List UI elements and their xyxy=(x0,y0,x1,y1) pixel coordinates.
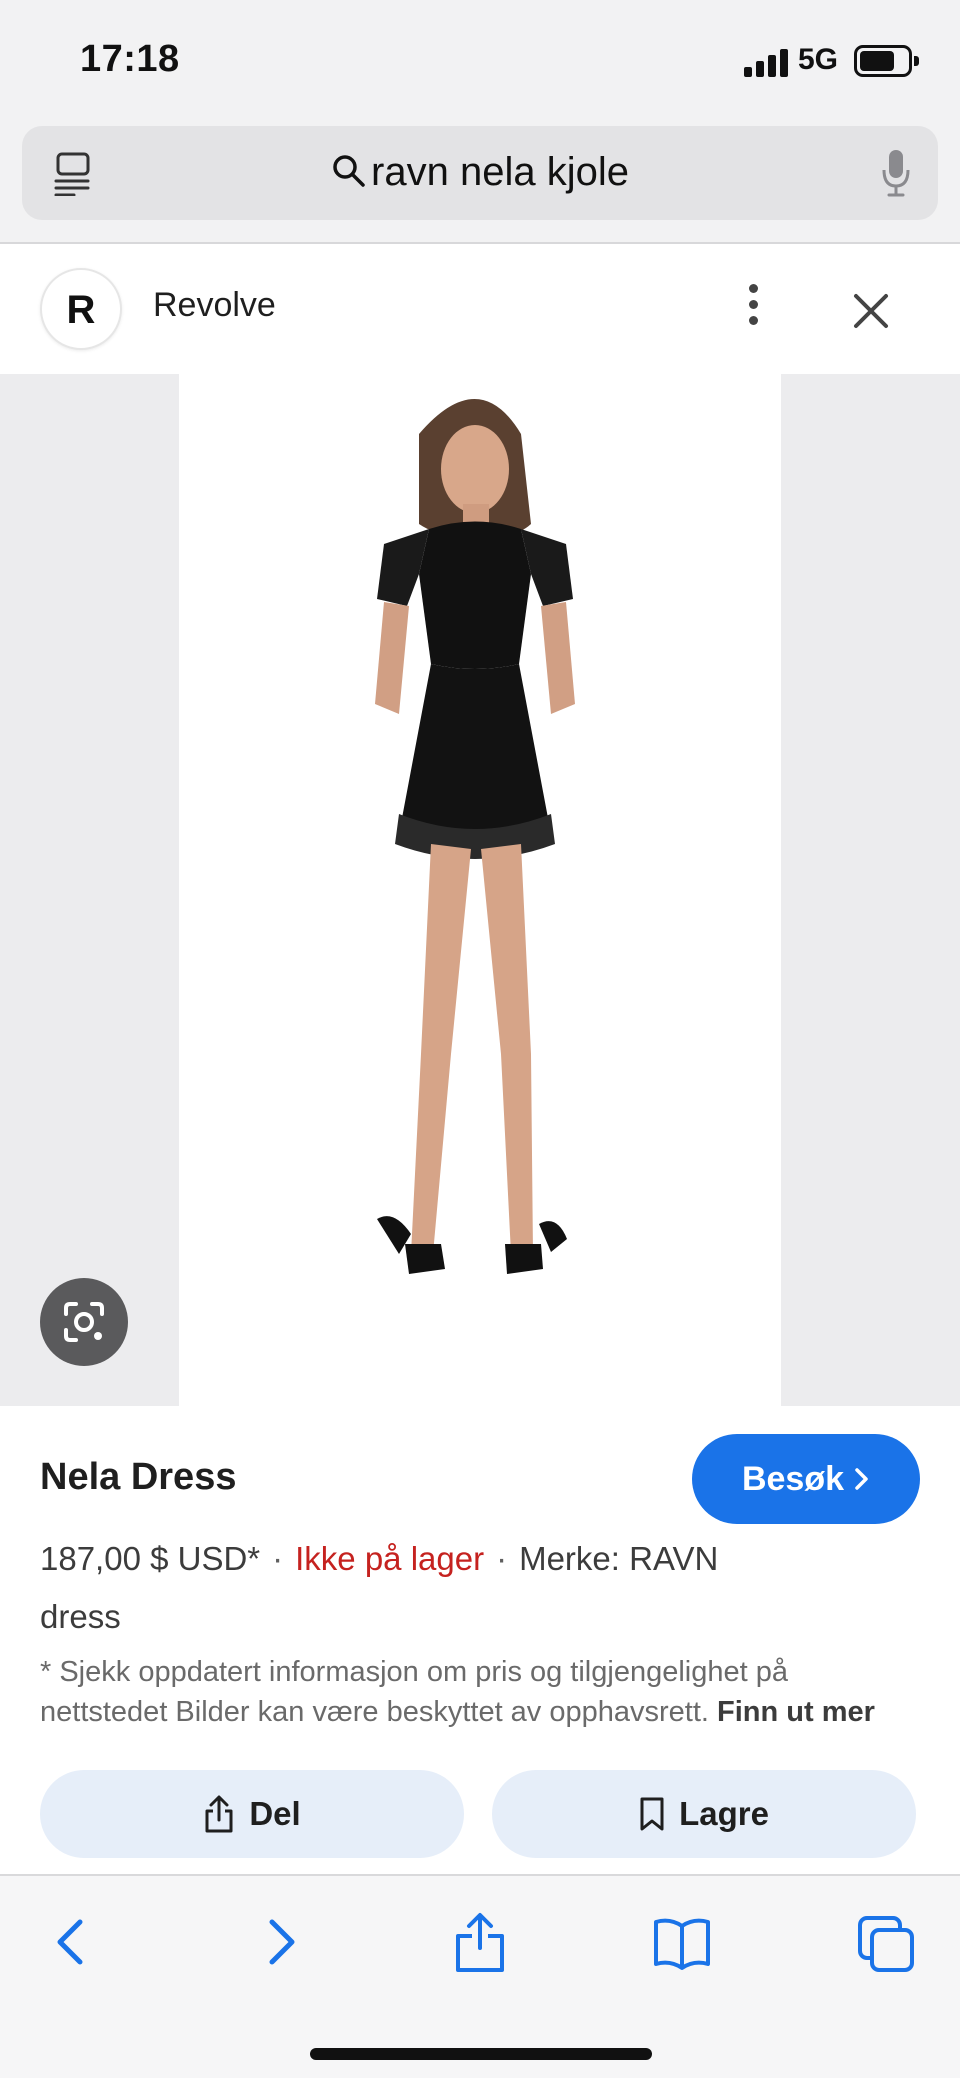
product-brand: Merke: RAVN xyxy=(519,1540,719,1577)
tabs-icon[interactable] xyxy=(856,1910,916,1974)
microphone-icon[interactable] xyxy=(880,148,912,198)
home-indicator xyxy=(310,2048,652,2060)
stock-status: Ikke på lager xyxy=(295,1540,485,1577)
bookmarks-icon[interactable] xyxy=(652,1910,712,1974)
visit-button-label: Besøk xyxy=(741,1459,845,1498)
close-icon[interactable] xyxy=(846,286,896,336)
search-query: ravn nela kjole xyxy=(371,150,629,194)
product-image[interactable] xyxy=(179,374,781,1406)
product-info-panel: Nela Dress Besøk 187,00 $ USD* · Ikke på l… xyxy=(0,1406,960,1874)
camera-lens-icon xyxy=(64,1302,104,1342)
share-icon[interactable] xyxy=(450,1910,510,1974)
more-options-icon[interactable] xyxy=(738,284,768,332)
battery-icon xyxy=(854,45,919,77)
signal-icon xyxy=(744,47,788,77)
image-viewer xyxy=(0,374,960,1406)
separator: · xyxy=(496,1540,508,1577)
disclaimer-text: * Sjekk oppdatert informasjon om pris og… xyxy=(40,1656,788,1728)
product-price: 187,00 $ USD* xyxy=(40,1540,261,1577)
disclaimer: * Sjekk oppdatert informasjon om pris og… xyxy=(40,1652,920,1732)
product-title: Nela Dress xyxy=(40,1456,237,1498)
browser-toolbar xyxy=(0,1874,960,2078)
back-icon[interactable] xyxy=(42,1910,102,1974)
status-bar: 17:18 5G xyxy=(0,0,960,120)
visual-search-button[interactable] xyxy=(40,1278,128,1366)
search-icon xyxy=(333,155,365,187)
network-type: 5G xyxy=(798,43,839,76)
share-label: Del xyxy=(249,1795,301,1832)
clock: 17:18 xyxy=(80,38,180,80)
share-button[interactable]: Del xyxy=(40,1770,464,1858)
save-button[interactable]: Lagre xyxy=(492,1770,916,1858)
source-header: R Revolve xyxy=(0,246,960,374)
forward-icon[interactable] xyxy=(250,1910,310,1974)
visit-button[interactable]: Besøk xyxy=(692,1434,920,1524)
search-bar[interactable]: ravn nela kjole xyxy=(22,126,938,220)
save-label: Lagre xyxy=(679,1795,769,1832)
bookmark-icon xyxy=(640,1797,664,1831)
search-query-wrap[interactable]: ravn nela kjole xyxy=(22,150,938,195)
product-description: dress xyxy=(40,1598,121,1635)
source-name[interactable]: Revolve xyxy=(153,286,276,325)
address-bar-area: ravn nela kjole xyxy=(0,120,960,244)
source-logo[interactable]: R xyxy=(40,268,122,350)
share-icon xyxy=(205,1795,233,1833)
learn-more-link[interactable]: Finn ut mer xyxy=(717,1696,875,1728)
chevron-right-icon xyxy=(855,1468,868,1490)
separator: · xyxy=(272,1540,284,1577)
product-meta: 187,00 $ USD* · Ikke på lager · Merke: RAVN xyxy=(40,1540,718,1578)
